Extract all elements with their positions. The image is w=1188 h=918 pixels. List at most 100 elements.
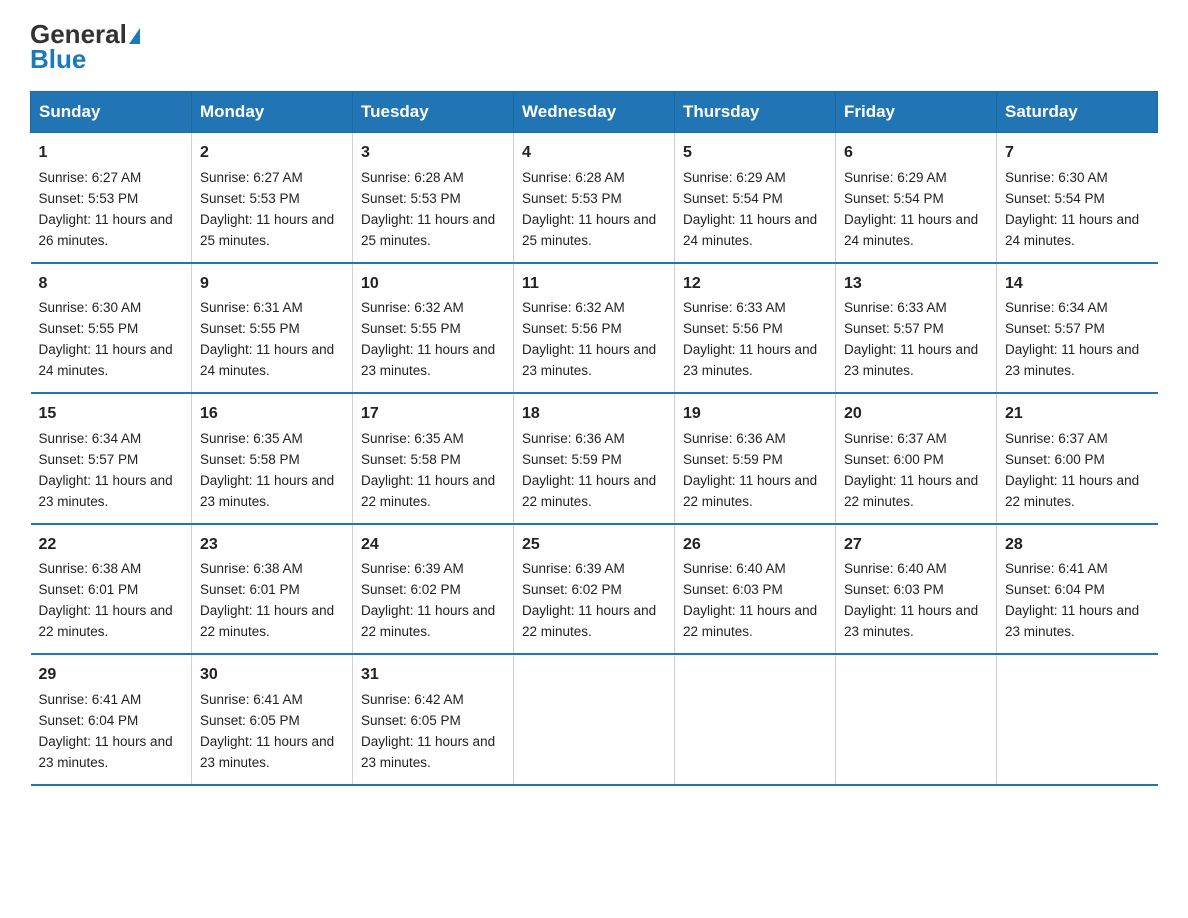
sunset-text: Sunset: 5:55 PM <box>361 321 461 336</box>
sunset-text: Sunset: 5:53 PM <box>522 191 622 206</box>
daylight-text: Daylight: 11 hours and 23 minutes. <box>844 603 978 639</box>
day-number: 24 <box>361 533 505 558</box>
calendar-cell: 3Sunrise: 6:28 AMSunset: 5:53 PMDaylight… <box>353 133 514 263</box>
sunrise-text: Sunrise: 6:32 AM <box>522 300 625 315</box>
day-number: 30 <box>200 663 344 688</box>
sunrise-text: Sunrise: 6:39 AM <box>522 561 625 576</box>
sunrise-text: Sunrise: 6:30 AM <box>39 300 142 315</box>
sunrise-text: Sunrise: 6:37 AM <box>844 431 947 446</box>
day-number: 12 <box>683 272 827 297</box>
sunrise-text: Sunrise: 6:28 AM <box>522 170 625 185</box>
calendar-cell: 26Sunrise: 6:40 AMSunset: 6:03 PMDayligh… <box>675 524 836 654</box>
calendar-cell: 22Sunrise: 6:38 AMSunset: 6:01 PMDayligh… <box>31 524 192 654</box>
calendar-cell: 8Sunrise: 6:30 AMSunset: 5:55 PMDaylight… <box>31 263 192 393</box>
daylight-text: Daylight: 11 hours and 24 minutes. <box>1005 212 1139 248</box>
day-number: 4 <box>522 141 666 166</box>
sunrise-text: Sunrise: 6:29 AM <box>844 170 947 185</box>
sunrise-text: Sunrise: 6:37 AM <box>1005 431 1108 446</box>
daylight-text: Daylight: 11 hours and 22 minutes. <box>361 603 495 639</box>
day-number: 20 <box>844 402 988 427</box>
day-number: 23 <box>200 533 344 558</box>
daylight-text: Daylight: 11 hours and 22 minutes. <box>1005 473 1139 509</box>
calendar-header-row: SundayMondayTuesdayWednesdayThursdayFrid… <box>31 92 1158 133</box>
col-header-thursday: Thursday <box>675 92 836 133</box>
day-number: 3 <box>361 141 505 166</box>
day-number: 2 <box>200 141 344 166</box>
sunset-text: Sunset: 6:05 PM <box>200 713 300 728</box>
day-number: 9 <box>200 272 344 297</box>
sunset-text: Sunset: 5:54 PM <box>1005 191 1105 206</box>
sunset-text: Sunset: 5:54 PM <box>844 191 944 206</box>
daylight-text: Daylight: 11 hours and 23 minutes. <box>39 734 173 770</box>
calendar-cell <box>675 654 836 784</box>
sunrise-text: Sunrise: 6:29 AM <box>683 170 786 185</box>
sunrise-text: Sunrise: 6:36 AM <box>683 431 786 446</box>
sunrise-text: Sunrise: 6:41 AM <box>39 692 142 707</box>
sunset-text: Sunset: 5:53 PM <box>361 191 461 206</box>
sunset-text: Sunset: 6:02 PM <box>361 582 461 597</box>
col-header-tuesday: Tuesday <box>353 92 514 133</box>
sunrise-text: Sunrise: 6:30 AM <box>1005 170 1108 185</box>
sunset-text: Sunset: 5:56 PM <box>683 321 783 336</box>
day-number: 10 <box>361 272 505 297</box>
daylight-text: Daylight: 11 hours and 22 minutes. <box>683 603 817 639</box>
daylight-text: Daylight: 11 hours and 23 minutes. <box>844 342 978 378</box>
sunrise-text: Sunrise: 6:42 AM <box>361 692 464 707</box>
calendar-week-3: 15Sunrise: 6:34 AMSunset: 5:57 PMDayligh… <box>31 393 1158 523</box>
logo-text-blue: Blue <box>30 45 86 74</box>
sunrise-text: Sunrise: 6:34 AM <box>39 431 142 446</box>
calendar-cell: 30Sunrise: 6:41 AMSunset: 6:05 PMDayligh… <box>192 654 353 784</box>
sunrise-text: Sunrise: 6:27 AM <box>39 170 142 185</box>
sunset-text: Sunset: 5:57 PM <box>39 452 139 467</box>
calendar-cell: 28Sunrise: 6:41 AMSunset: 6:04 PMDayligh… <box>997 524 1158 654</box>
calendar-cell: 25Sunrise: 6:39 AMSunset: 6:02 PMDayligh… <box>514 524 675 654</box>
daylight-text: Daylight: 11 hours and 22 minutes. <box>200 603 334 639</box>
day-number: 22 <box>39 533 184 558</box>
sunset-text: Sunset: 6:01 PM <box>39 582 139 597</box>
sunrise-text: Sunrise: 6:32 AM <box>361 300 464 315</box>
sunrise-text: Sunrise: 6:34 AM <box>1005 300 1108 315</box>
calendar-cell <box>514 654 675 784</box>
sunset-text: Sunset: 6:02 PM <box>522 582 622 597</box>
sunset-text: Sunset: 6:04 PM <box>39 713 139 728</box>
sunset-text: Sunset: 6:00 PM <box>1005 452 1105 467</box>
calendar-cell: 12Sunrise: 6:33 AMSunset: 5:56 PMDayligh… <box>675 263 836 393</box>
daylight-text: Daylight: 11 hours and 26 minutes. <box>39 212 173 248</box>
sunrise-text: Sunrise: 6:39 AM <box>361 561 464 576</box>
daylight-text: Daylight: 11 hours and 25 minutes. <box>361 212 495 248</box>
day-number: 31 <box>361 663 505 688</box>
col-header-saturday: Saturday <box>997 92 1158 133</box>
logo-triangle-icon <box>129 28 140 44</box>
day-number: 26 <box>683 533 827 558</box>
calendar-cell: 31Sunrise: 6:42 AMSunset: 6:05 PMDayligh… <box>353 654 514 784</box>
daylight-text: Daylight: 11 hours and 24 minutes. <box>39 342 173 378</box>
calendar-cell: 15Sunrise: 6:34 AMSunset: 5:57 PMDayligh… <box>31 393 192 523</box>
calendar-week-2: 8Sunrise: 6:30 AMSunset: 5:55 PMDaylight… <box>31 263 1158 393</box>
daylight-text: Daylight: 11 hours and 22 minutes. <box>522 473 656 509</box>
sunset-text: Sunset: 6:01 PM <box>200 582 300 597</box>
calendar-cell <box>836 654 997 784</box>
sunset-text: Sunset: 6:03 PM <box>844 582 944 597</box>
daylight-text: Daylight: 11 hours and 22 minutes. <box>39 603 173 639</box>
sunrise-text: Sunrise: 6:40 AM <box>844 561 947 576</box>
sunset-text: Sunset: 5:53 PM <box>39 191 139 206</box>
calendar-cell: 19Sunrise: 6:36 AMSunset: 5:59 PMDayligh… <box>675 393 836 523</box>
daylight-text: Daylight: 11 hours and 23 minutes. <box>200 734 334 770</box>
day-number: 7 <box>1005 141 1150 166</box>
daylight-text: Daylight: 11 hours and 22 minutes. <box>844 473 978 509</box>
daylight-text: Daylight: 11 hours and 24 minutes. <box>200 342 334 378</box>
sunset-text: Sunset: 5:54 PM <box>683 191 783 206</box>
day-number: 29 <box>39 663 184 688</box>
sunrise-text: Sunrise: 6:36 AM <box>522 431 625 446</box>
calendar-cell: 2Sunrise: 6:27 AMSunset: 5:53 PMDaylight… <box>192 133 353 263</box>
calendar-cell: 27Sunrise: 6:40 AMSunset: 6:03 PMDayligh… <box>836 524 997 654</box>
day-number: 1 <box>39 141 184 166</box>
calendar-cell: 14Sunrise: 6:34 AMSunset: 5:57 PMDayligh… <box>997 263 1158 393</box>
sunset-text: Sunset: 6:00 PM <box>844 452 944 467</box>
day-number: 21 <box>1005 402 1150 427</box>
calendar-cell <box>997 654 1158 784</box>
day-number: 16 <box>200 402 344 427</box>
day-number: 28 <box>1005 533 1150 558</box>
daylight-text: Daylight: 11 hours and 22 minutes. <box>361 473 495 509</box>
sunset-text: Sunset: 5:53 PM <box>200 191 300 206</box>
